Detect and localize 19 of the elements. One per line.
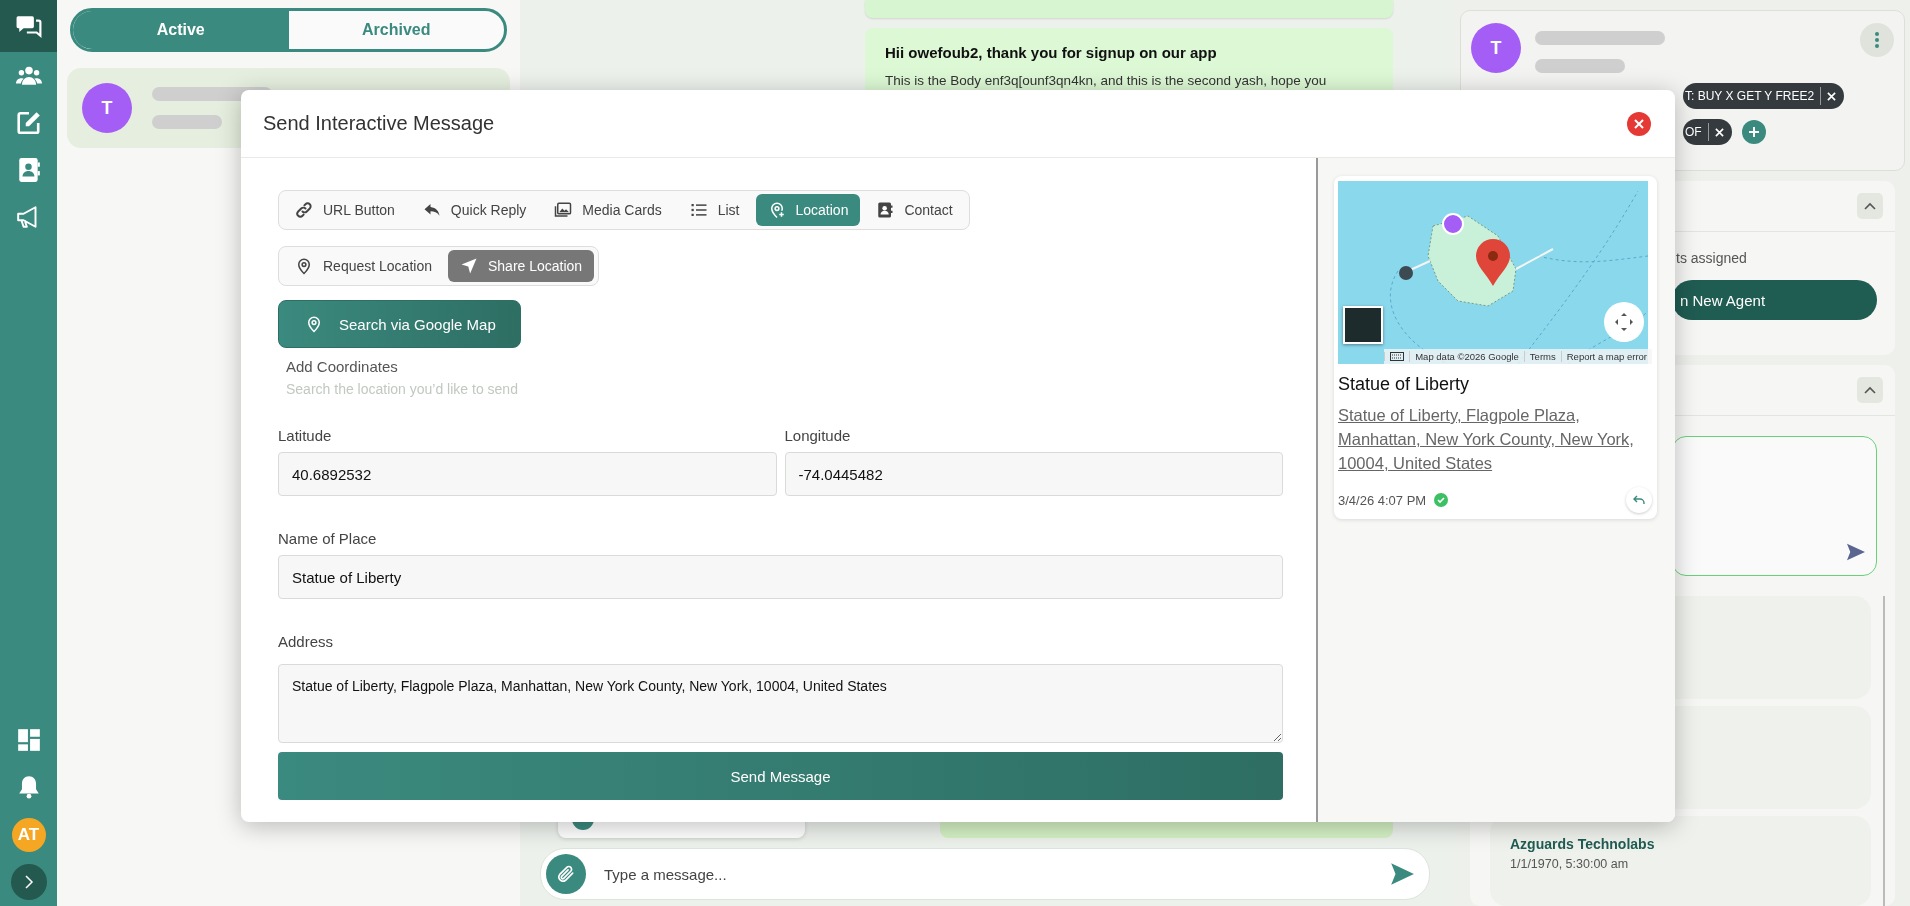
place-title: Statue of Liberty <box>1338 374 1471 395</box>
field-label: Name of Place <box>278 530 378 547</box>
contact-avatar: T <box>82 83 132 133</box>
section-title: Add Coordinates <box>286 358 399 375</box>
history-title: Azguards Technolabs <box>1510 836 1656 852</box>
message-text: This is the Body enf3q[ounf3qn4kn, and this is the second yash, hope you <box>885 73 1328 88</box>
map-attribution: Map data ©2026 Google <box>1409 351 1524 362</box>
tag-label: OF <box>1685 125 1702 139</box>
field-label: Longitude <box>784 427 852 444</box>
contact-avatar: T <box>1471 23 1521 73</box>
tag-label: T: BUY X GET Y FREE2 <box>1685 89 1815 103</box>
history-time: 1/1/1970, 5:30:00 am <box>1510 857 1630 871</box>
field-label: Latitude <box>278 427 333 444</box>
message-title: Hii owefoub2, thank you for signup on our app <box>885 44 1218 61</box>
field-label: Address <box>278 633 335 650</box>
agents-status: ts assigned <box>1675 249 1748 267</box>
modal-title: Send Interactive Message <box>263 112 495 135</box>
section-hint: Search the location you’d like to send <box>286 381 519 397</box>
message-time: 3/4/26 4:07 PM <box>1338 492 1427 508</box>
